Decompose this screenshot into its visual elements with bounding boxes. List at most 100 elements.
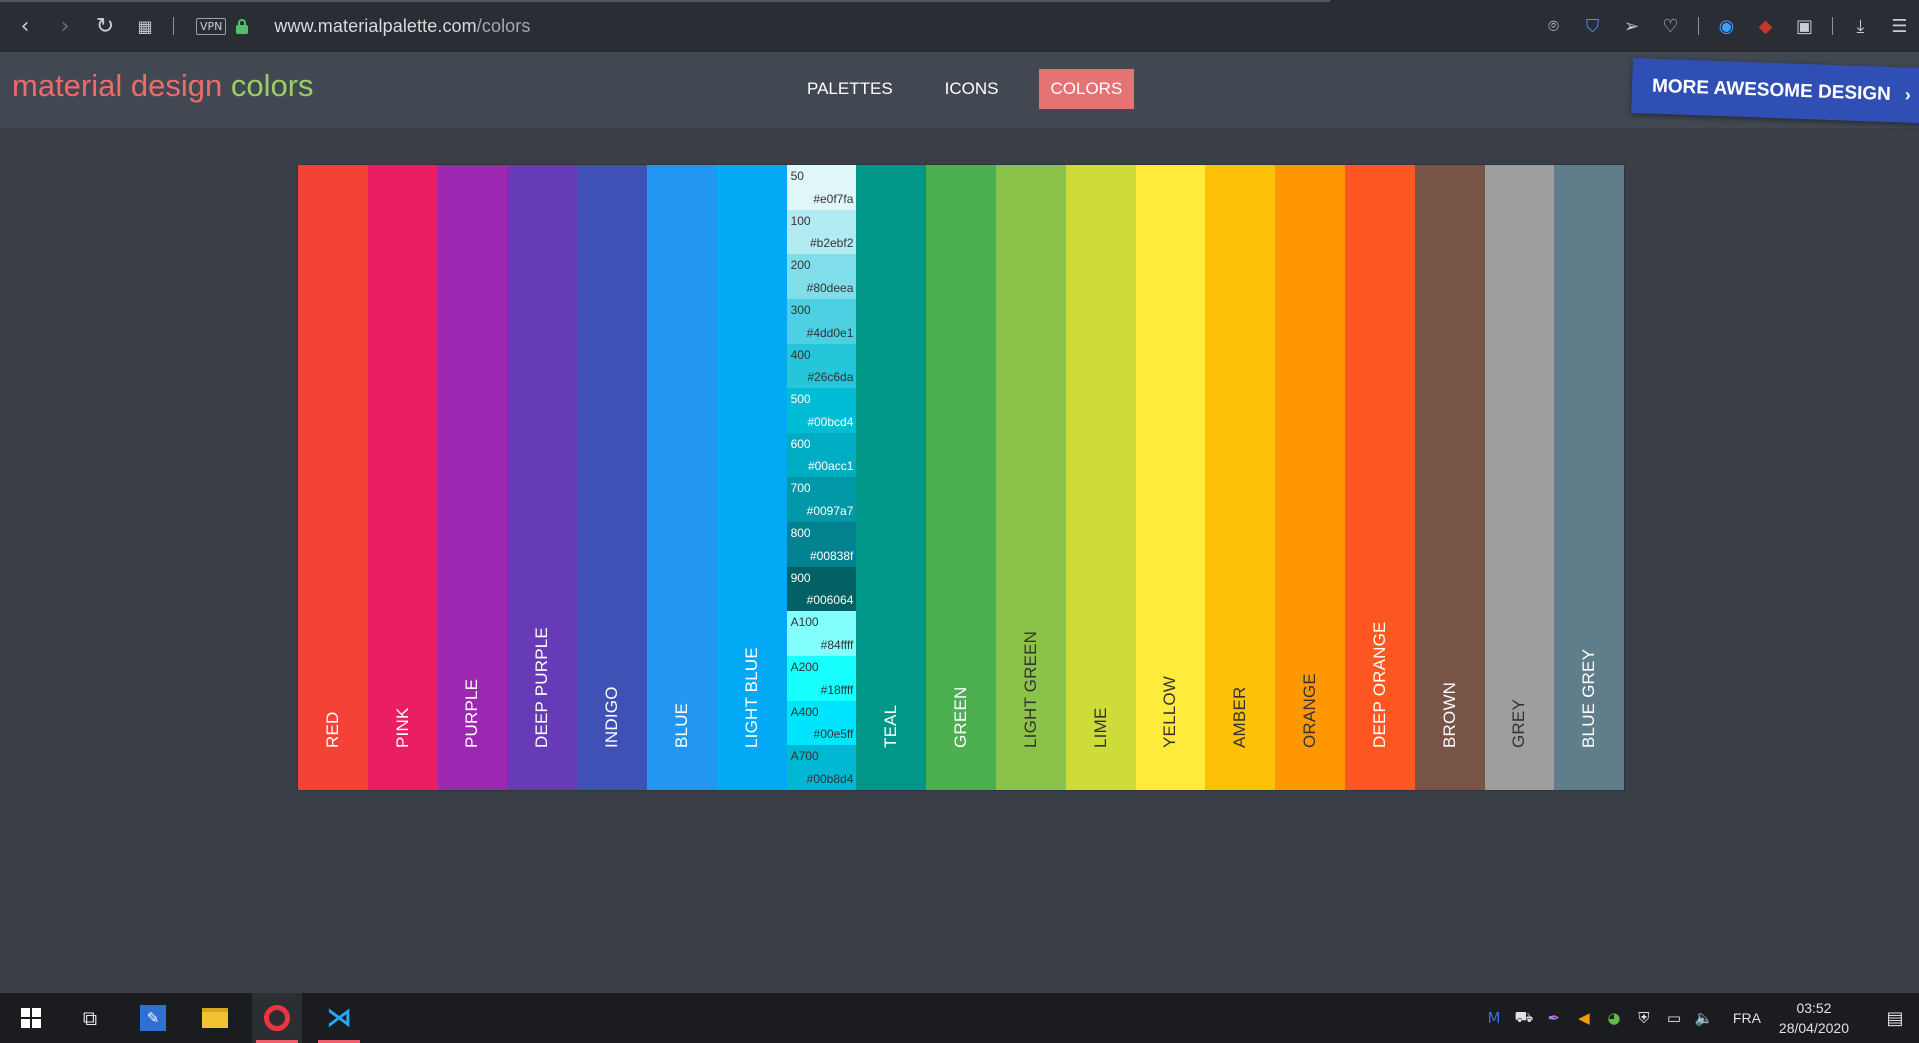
color-column-brown[interactable]: BROWN	[1414, 165, 1485, 790]
color-column-lime[interactable]: LIME	[1065, 165, 1136, 790]
malwarebytes-icon[interactable]: M	[1479, 1009, 1509, 1027]
shade-swatch[interactable]: A200 #18ffff	[786, 656, 857, 701]
reload-icon[interactable]: ↻	[85, 6, 125, 46]
shield-icon[interactable]: ⛉	[1573, 6, 1612, 46]
shade-swatch[interactable]: 200 #80deea	[786, 254, 857, 299]
globe-app-icon[interactable]: ◕	[1599, 1009, 1629, 1027]
shade-swatch[interactable]: A100 #84ffff	[786, 611, 857, 657]
shade-swatch[interactable]: A400 #00e5ff	[786, 700, 857, 746]
tool-app-icon[interactable]: ✎	[128, 993, 178, 1043]
shade-name: A100	[790, 615, 819, 630]
more-awesome-design-button[interactable]: MORE AWESOME DESIGN ›	[1631, 58, 1919, 124]
forward-icon[interactable]: ›	[45, 6, 85, 46]
shade-hex: #18ffff	[820, 682, 854, 697]
s-extension-icon[interactable]: ▣	[1785, 6, 1824, 46]
shade-swatch[interactable]: 500 #00bcd4	[786, 388, 857, 433]
address-bar[interactable]: www.materialpalette.com/colors	[274, 16, 530, 37]
shade-hex: #26c6da	[807, 370, 854, 385]
clock-time: 03:52	[1796, 1000, 1832, 1016]
shade-hex: #00838f	[809, 548, 854, 563]
shade-hex: #b2ebf2	[809, 236, 854, 251]
nav-palettes[interactable]: PALETTES	[795, 69, 905, 109]
nav-colors[interactable]: COLORS	[1038, 69, 1135, 109]
lock-icon[interactable]	[236, 18, 249, 34]
color-column-blue-grey[interactable]: BLUE GREY	[1554, 165, 1625, 790]
color-column-light-blue[interactable]: LIGHT BLUE	[716, 165, 787, 790]
shade-swatch[interactable]: 300 #4dd0e1	[786, 298, 857, 344]
shade-hex: #4dd0e1	[806, 325, 854, 340]
feather-icon[interactable]: ✒	[1539, 1009, 1569, 1027]
shade-swatch[interactable]: 900 #006064	[786, 566, 857, 612]
shade-swatch[interactable]: 600 #00acc1	[786, 432, 857, 478]
menu-icon[interactable]: ☰	[1880, 6, 1919, 46]
cube-extension-icon[interactable]: ◆	[1746, 6, 1785, 46]
color-column-deep-orange[interactable]: DEEP ORANGE	[1344, 165, 1415, 790]
site-logo[interactable]: material design colors	[12, 68, 314, 104]
notification-center-icon[interactable]: ▤	[1871, 1008, 1919, 1029]
tray-app-icon[interactable]: ⛟	[1509, 1008, 1539, 1028]
toolbar-divider	[1832, 17, 1833, 35]
color-column-red[interactable]: RED	[298, 165, 368, 790]
color-column-teal[interactable]: TEAL	[856, 165, 927, 790]
vscode-taskbar-icon[interactable]: ⋊	[314, 993, 364, 1043]
color-column-label: BLUE GREY	[1579, 648, 1599, 748]
shade-swatch[interactable]: 700 #0097a7	[786, 477, 857, 523]
color-column-yellow[interactable]: YELLOW	[1135, 165, 1206, 790]
color-column-grey[interactable]: GREY	[1484, 165, 1555, 790]
color-column-label: BLUE	[671, 702, 691, 748]
color-column-label: BROWN	[1439, 681, 1459, 748]
shade-name: 50	[790, 169, 804, 183]
shade-swatch[interactable]: 800 #00838f	[786, 522, 857, 567]
color-column-green[interactable]: GREEN	[926, 165, 996, 790]
main-nav: PALETTES ICONS COLORS	[795, 69, 1162, 109]
shade-name: 700	[790, 481, 811, 496]
task-view-icon[interactable]: ⧉	[65, 993, 115, 1043]
color-column-blue[interactable]: BLUE	[646, 165, 717, 790]
color-column-label: PURPLE	[462, 678, 482, 748]
color-column-orange[interactable]: ORANGE	[1275, 165, 1345, 790]
shade-hex: #e0f7fa	[813, 191, 854, 206]
windows-taskbar: ⧉ ✎ ⋊ M ⛟ ✒ ◀ ◕ ⛨ ▭ 🔈 FRA 03:52 28/04/20…	[0, 993, 1919, 1043]
vpn-badge[interactable]: VPN	[196, 17, 227, 35]
clock[interactable]: 03:52 28/04/2020	[1779, 998, 1871, 1038]
volume-icon[interactable]: 🔈	[1689, 1009, 1719, 1027]
file-explorer-icon[interactable]	[190, 993, 240, 1043]
shade-name: 500	[790, 392, 811, 407]
language-indicator[interactable]: FRA	[1719, 1010, 1779, 1026]
heart-icon[interactable]: ♡	[1651, 6, 1690, 46]
color-column-pink[interactable]: PINK	[367, 165, 438, 790]
send-icon[interactable]: ➢	[1612, 6, 1651, 46]
speed-dial-icon[interactable]: ▦	[125, 6, 165, 46]
shade-hex: #80deea	[806, 280, 854, 295]
color-palette: RED PINK PURPLE DEEP PURPLE INDIGO BLUE LIGHT …	[298, 165, 1625, 790]
network-icon[interactable]: ▭	[1659, 1009, 1689, 1027]
logo-text-1: material design	[12, 68, 223, 103]
shade-hex: #006064	[806, 593, 854, 608]
camera-icon[interactable]: ⌾	[1534, 6, 1573, 46]
opera-taskbar-icon[interactable]	[252, 993, 302, 1043]
shade-swatch[interactable]: A700 #00b8d4	[786, 745, 857, 790]
color-column-light-green[interactable]: LIGHT GREEN	[995, 165, 1066, 790]
start-button[interactable]	[6, 993, 56, 1043]
color-column-indigo[interactable]: INDIGO	[577, 165, 647, 790]
url-domain: www.materialpalette.com	[274, 15, 477, 36]
download-icon[interactable]: ⤓	[1841, 6, 1880, 46]
color-column-label: ORANGE	[1300, 673, 1320, 748]
extension-icon[interactable]: ◉	[1707, 6, 1746, 46]
shade-name: 400	[790, 347, 811, 362]
shade-swatch[interactable]: 100 #b2ebf2	[786, 209, 857, 255]
shade-name: 100	[790, 213, 811, 228]
shade-swatch[interactable]: 400 #26c6da	[786, 343, 857, 389]
color-column-deep-purple[interactable]: DEEP PURPLE	[507, 165, 578, 790]
speaker-app-icon[interactable]: ◀	[1569, 1009, 1599, 1027]
color-column-label: TEAL	[881, 704, 901, 748]
nav-icons[interactable]: ICONS	[933, 69, 1011, 109]
color-column-label: GREEN	[951, 686, 971, 748]
shade-swatch[interactable]: 50 #e0f7fa	[786, 165, 857, 210]
color-column-purple[interactable]: PURPLE	[437, 165, 508, 790]
back-icon[interactable]: ‹	[5, 6, 45, 46]
security-shield-icon[interactable]: ⛨	[1629, 1009, 1659, 1027]
color-column-cyan-expanded[interactable]: 50 #e0f7fa 100 #b2ebf2 200 #80deea 300 #4dd0e1 4…	[786, 165, 857, 790]
color-column-amber[interactable]: AMBER	[1205, 165, 1276, 790]
color-column-label: AMBER	[1230, 686, 1250, 748]
